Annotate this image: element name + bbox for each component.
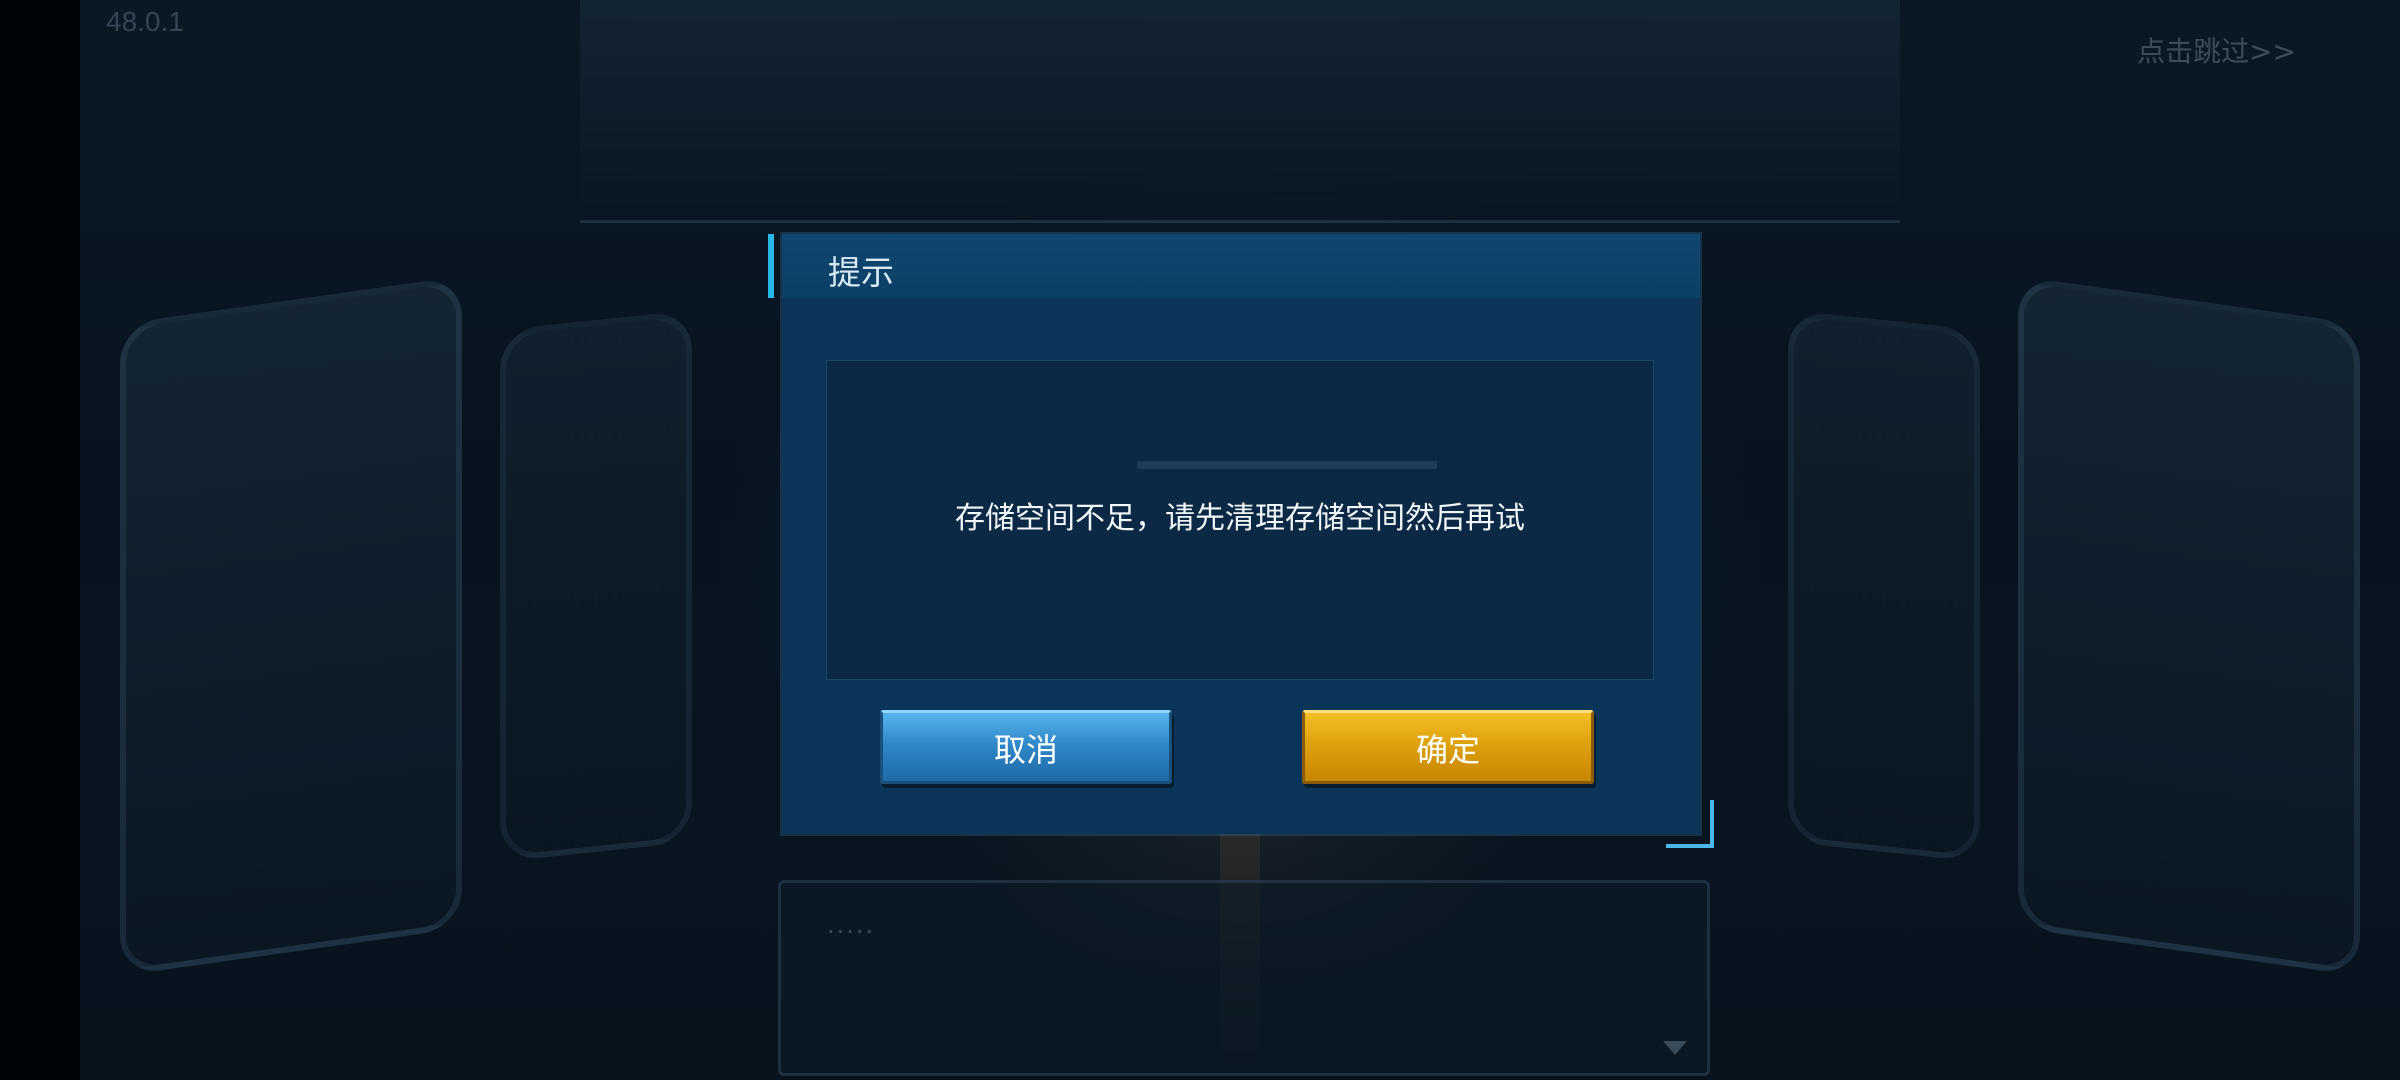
dialog-header: 提示: [768, 234, 1700, 298]
confirm-button[interactable]: 确定: [1302, 710, 1594, 784]
cancel-button[interactable]: 取消: [880, 710, 1172, 784]
dialog-title: 提示: [828, 253, 894, 292]
header-accent-bar: [768, 234, 774, 298]
corner-bracket-icon: [1666, 800, 1714, 848]
body-decoration: [1137, 461, 1437, 469]
alert-dialog: 提示 存储空间不足，请先清理存储空间然后再试 取消 确定: [768, 234, 1700, 834]
game-screen: 48.0.1 点击跳过>> ..... 提示 存储空间不足，请先清理存储空间然后…: [0, 0, 2400, 1080]
dialog-message: 存储空间不足，请先清理存储空间然后再试: [955, 501, 1525, 536]
dialog-message-box: 存储空间不足，请先清理存储空间然后再试: [826, 360, 1654, 680]
